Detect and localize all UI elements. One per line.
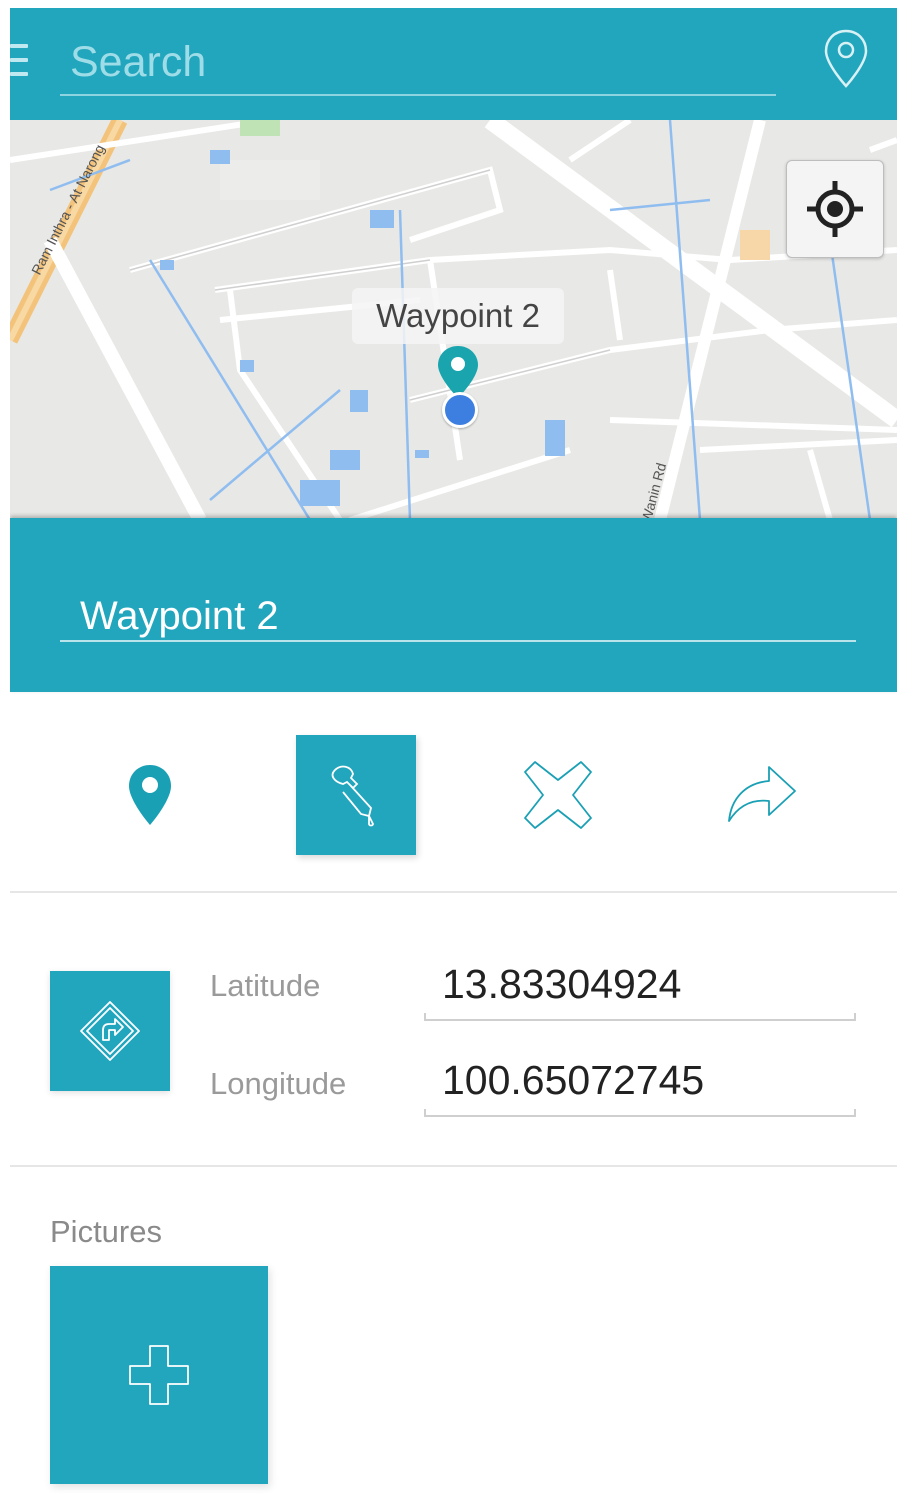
delete-x-icon	[524, 761, 592, 829]
latitude-label: Latitude	[210, 968, 321, 1003]
share-arrow-icon	[728, 766, 796, 822]
plus-icon	[129, 1345, 189, 1405]
menu-icon[interactable]	[10, 44, 28, 80]
divider	[10, 1165, 897, 1167]
directions-sign-icon	[80, 1001, 140, 1061]
search-underline	[60, 94, 776, 96]
my-location-button[interactable]	[786, 160, 884, 258]
delete-waypoint-button[interactable]	[498, 735, 618, 855]
current-location-dot	[442, 392, 478, 428]
map-pin-icon	[129, 765, 171, 825]
marker-style-button[interactable]	[90, 735, 210, 855]
waypoint-name-panel	[10, 518, 897, 692]
latitude-input[interactable]	[442, 958, 854, 1010]
search-input[interactable]	[68, 32, 776, 92]
waypoint-name-input[interactable]	[80, 586, 780, 646]
waypoint-actions-row	[10, 708, 897, 888]
longitude-label: Longitude	[210, 1066, 347, 1101]
screen: Ram Inthra - At Narong Wanin Rd Waypoint…	[10, 8, 897, 1493]
divider	[10, 891, 897, 893]
crosshair-target-icon	[807, 181, 863, 237]
latitude-underline	[424, 1013, 856, 1021]
top-app-bar	[10, 8, 897, 120]
eyedropper-icon	[331, 765, 374, 827]
map-view[interactable]: Ram Inthra - At Narong Wanin Rd Waypoint…	[10, 120, 897, 520]
coordinate-navigation-button[interactable]	[50, 971, 170, 1091]
waypoint-name-underline	[60, 640, 856, 642]
marker-info-label: Waypoint 2	[352, 288, 564, 344]
longitude-input[interactable]	[442, 1054, 854, 1106]
color-picker-button[interactable]	[296, 735, 416, 855]
add-picture-button[interactable]	[50, 1266, 268, 1484]
pictures-section-label: Pictures	[50, 1214, 162, 1249]
longitude-underline	[424, 1109, 856, 1117]
share-waypoint-button[interactable]	[702, 735, 822, 855]
location-pin-outline-icon[interactable]	[822, 28, 870, 90]
